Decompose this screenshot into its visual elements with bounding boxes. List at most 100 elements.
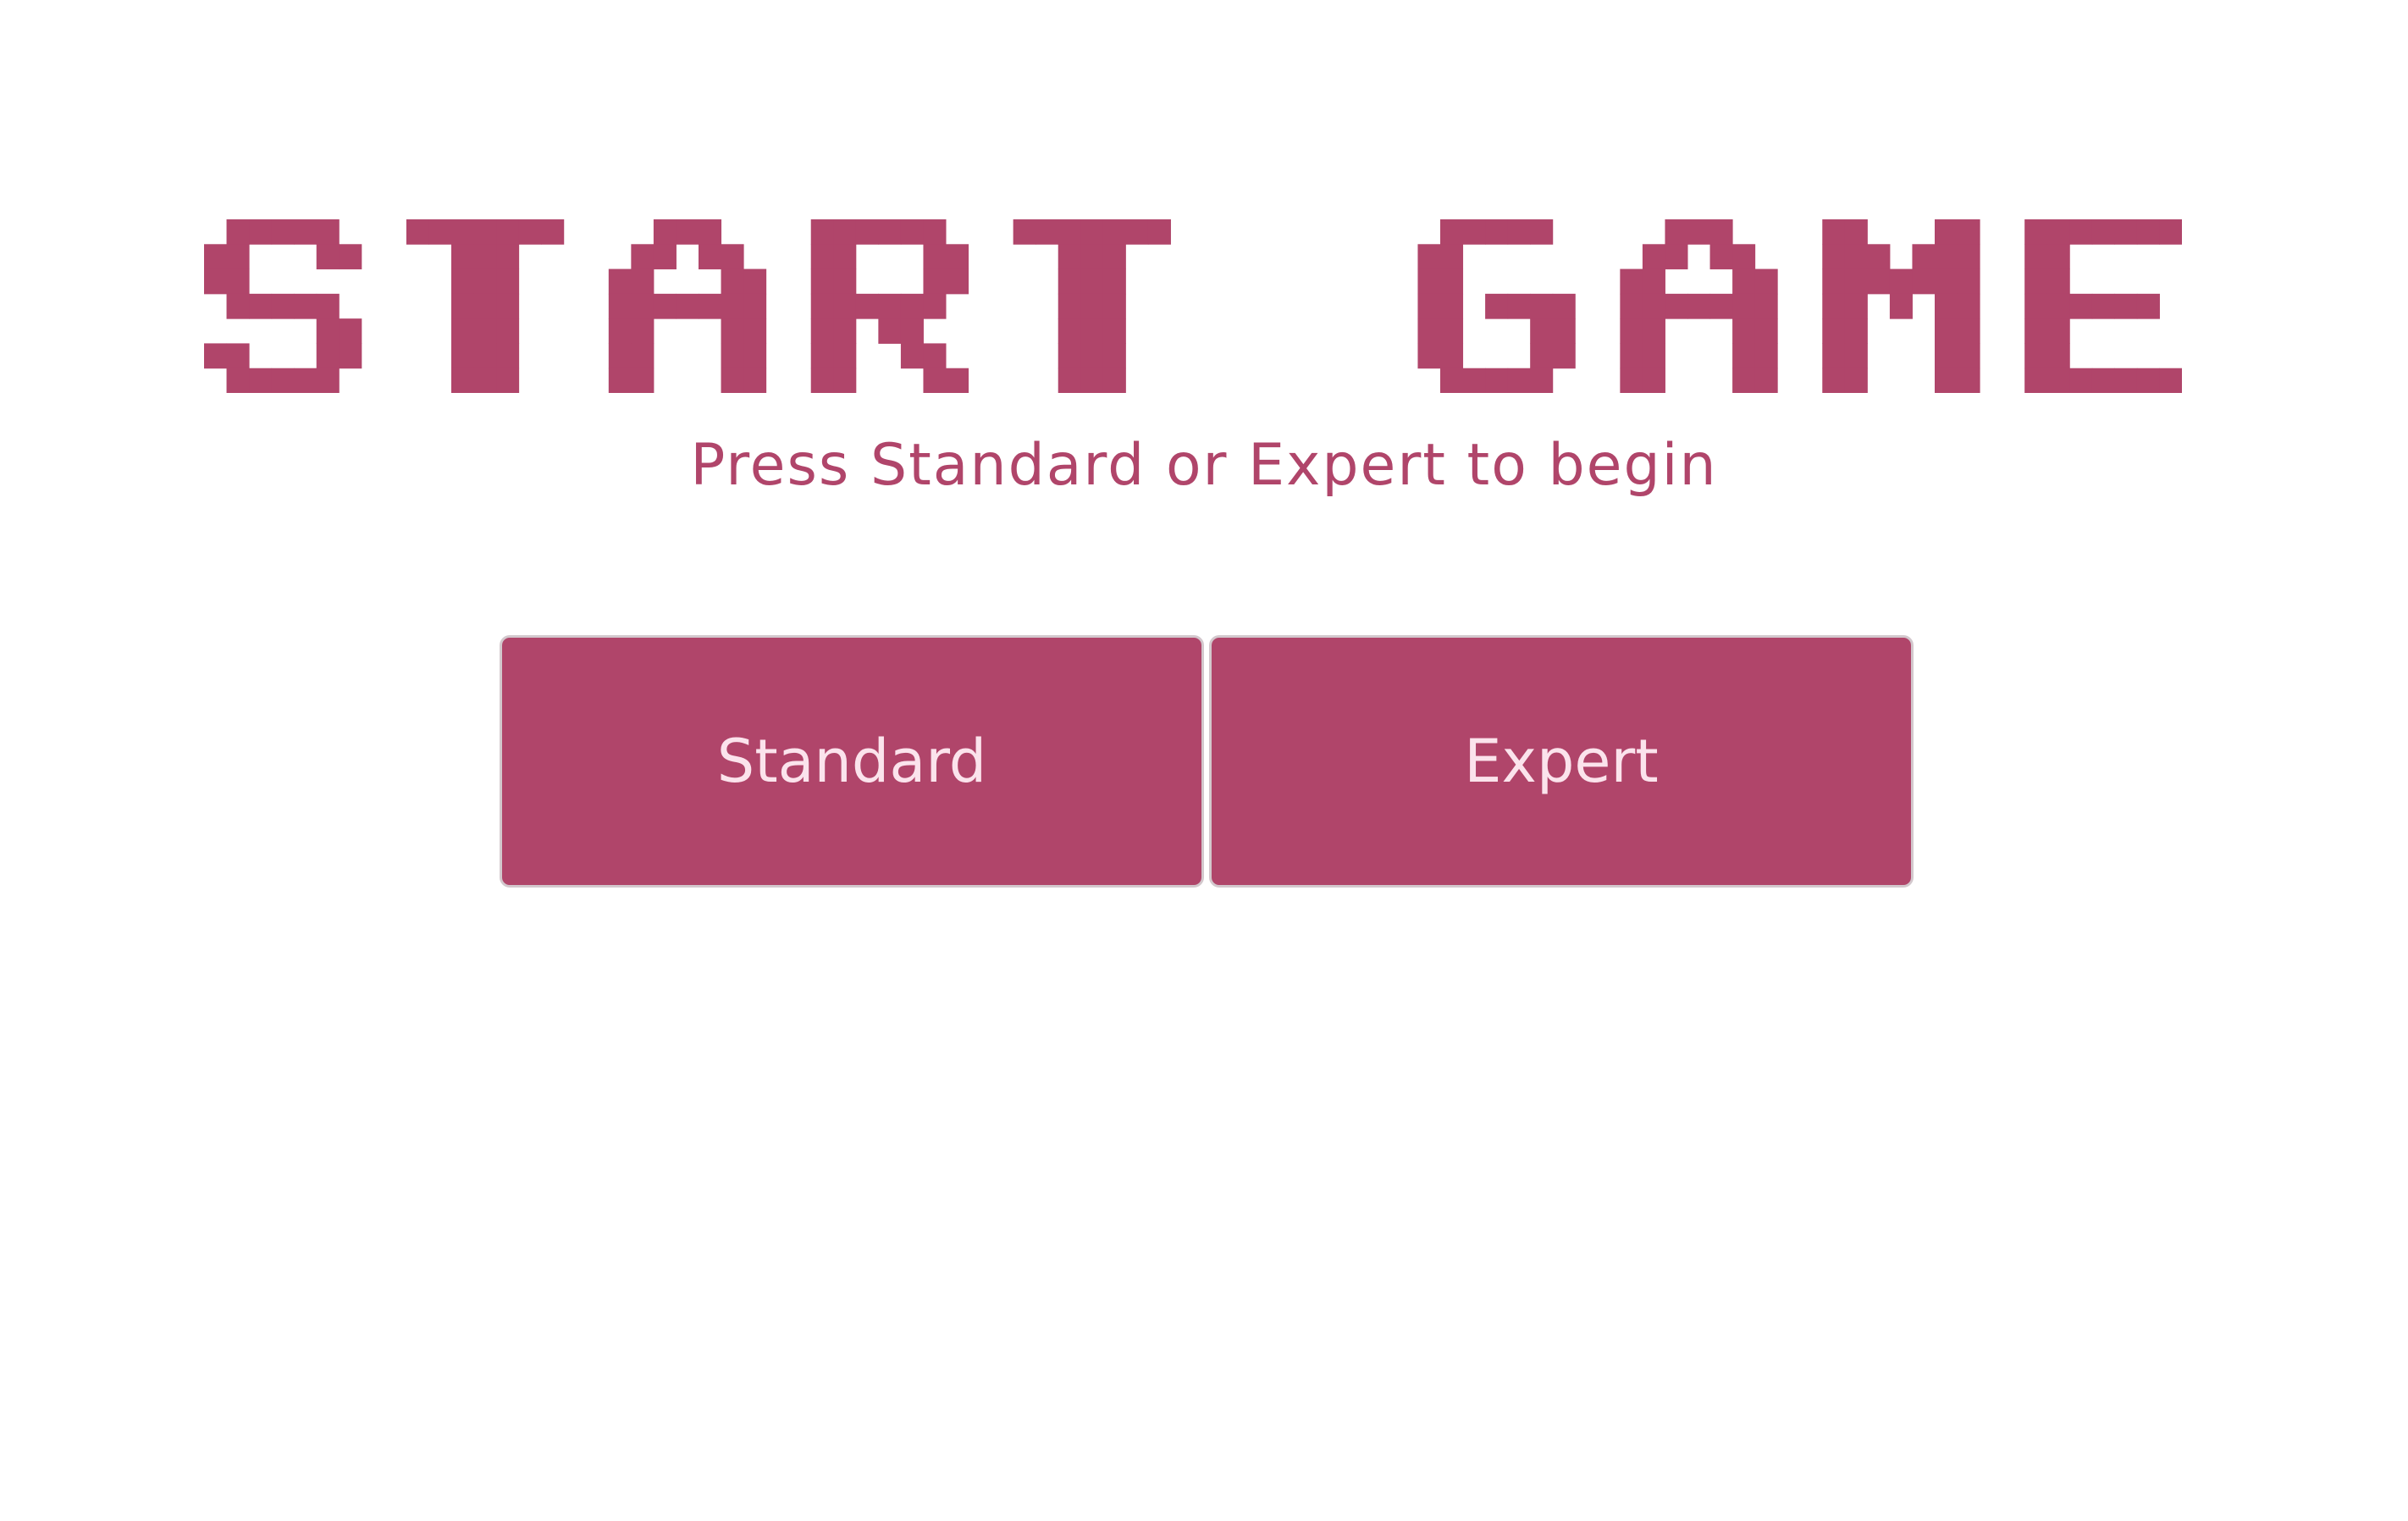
start-screen: START GAME Press Standard or Expert to b… (0, 0, 2408, 1521)
mode-button-group: Standard Expert (500, 635, 1914, 889)
title-pixel (1102, 343, 1126, 369)
title-pixel (1822, 343, 1846, 369)
instructions-text: Press Standard or Expert to begin (690, 432, 1718, 499)
title-pixel (833, 368, 857, 393)
title-pixel (1935, 268, 1958, 295)
title-pixel (900, 318, 924, 344)
title-pixel (1102, 368, 1126, 393)
title-pixel (2091, 219, 2115, 245)
title-pixel (451, 293, 475, 319)
title-pixel (631, 293, 654, 319)
title-pixel (1552, 318, 1576, 344)
title-pixel (451, 244, 475, 270)
title-pixel (1822, 244, 1846, 270)
title-pixel (1440, 219, 1464, 245)
title-pixel (1935, 368, 1958, 393)
title-pixel (2046, 343, 2070, 369)
title-pixel (1642, 318, 1665, 344)
title-pixel (294, 293, 318, 319)
title-pixel (743, 343, 767, 369)
title-pixel (2046, 318, 2070, 344)
title-pixel (473, 293, 497, 319)
title-letter-e (2024, 219, 2182, 393)
title-pixel (496, 293, 520, 319)
title-pixel (428, 219, 452, 245)
title-pixel (1013, 219, 1036, 245)
title-pixel (1417, 343, 1441, 369)
title-pixel (1957, 343, 1980, 369)
title-pixel (451, 268, 475, 295)
title-pixel (249, 368, 273, 393)
title-pixel (1507, 293, 1531, 319)
title-pixel (1620, 268, 1643, 295)
title-pixel (1058, 368, 1081, 393)
title-pixel (339, 318, 362, 344)
title-pixel (2114, 219, 2138, 245)
title-pixel (721, 293, 744, 319)
title-pixel (743, 318, 767, 344)
title-pixel (2136, 368, 2160, 393)
expert-button[interactable]: Expert (1209, 635, 1914, 888)
title-pixel (1642, 244, 1665, 270)
title-pixel (1058, 244, 1081, 270)
title-pixel (946, 268, 969, 295)
title-pixel (1732, 293, 1756, 319)
title-pixel (1485, 368, 1509, 393)
title-pixel (1935, 219, 1958, 245)
title-letter-a (1620, 219, 1778, 393)
title-pixel (473, 318, 497, 344)
title-letter-t (1013, 219, 1171, 393)
title-pixel (1462, 368, 1486, 393)
title-pixel (721, 368, 744, 393)
title-pixel (1912, 244, 1936, 270)
title-pixel (1440, 318, 1464, 344)
title-pixel (699, 293, 722, 319)
title-pixel (833, 293, 857, 319)
title-pixel (2024, 343, 2048, 369)
title-pixel (631, 318, 654, 344)
title-pixel (2024, 318, 2048, 344)
title-pixel (923, 343, 947, 369)
title-pixel (1935, 293, 1958, 319)
title-pixel (608, 268, 632, 295)
title-pixel (833, 244, 857, 270)
title-pixel (833, 318, 857, 344)
title-pixel (1867, 268, 1891, 295)
title-letter-m (1822, 219, 1980, 393)
title-pixel (1507, 368, 1531, 393)
title-pixel (1754, 318, 1778, 344)
title-pixel (608, 318, 632, 344)
title-pixel (2024, 219, 2048, 245)
title-pixel (2046, 368, 2070, 393)
pixel-title-art (204, 219, 2182, 393)
title-pixel (316, 318, 340, 344)
title-pixel (1125, 219, 1149, 245)
title-pixel (1102, 244, 1126, 270)
title-pixel (2091, 293, 2115, 319)
title-pixel (496, 244, 520, 270)
title-letter-s (204, 219, 362, 393)
title-pixel (1080, 318, 1104, 344)
title-pixel (1912, 268, 1936, 295)
title-pixel (204, 268, 228, 295)
title-pixel (2024, 368, 2048, 393)
title-pixel (2046, 268, 2070, 295)
title-pixel (2136, 219, 2160, 245)
title-pixel (1552, 293, 1576, 319)
title-pixel (1102, 219, 1126, 245)
title-pixel (810, 318, 834, 344)
title-pixel (1417, 244, 1441, 270)
title-pixel (1732, 244, 1756, 270)
title-pixel (1620, 318, 1643, 344)
title-pixel (923, 219, 947, 245)
standard-button[interactable]: Standard (500, 635, 1204, 888)
title-pixel (473, 219, 497, 245)
title-pixel (631, 268, 654, 295)
title-pixel (2024, 244, 2048, 270)
title-pixel (1957, 244, 1980, 270)
title-pixel (833, 343, 857, 369)
title-pixel (1957, 268, 1980, 295)
title-pixel (855, 219, 879, 245)
title-pixel (204, 244, 228, 270)
title-pixel (1665, 293, 1688, 319)
